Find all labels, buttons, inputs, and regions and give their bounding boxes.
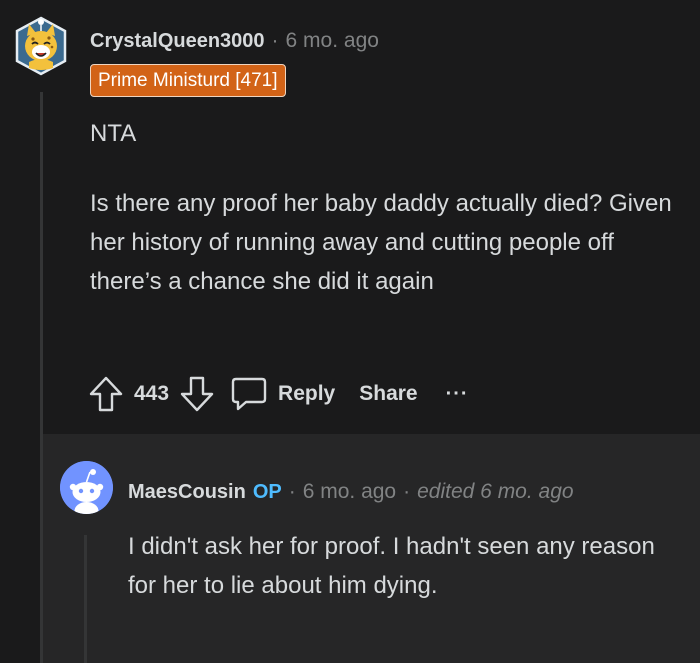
- comment-body: NTA Is there any proof her baby daddy ac…: [90, 114, 680, 301]
- reply-collapse-line[interactable]: [84, 535, 87, 663]
- op-badge: OP: [252, 480, 282, 503]
- user-flair: Prime Ministurd [471]: [90, 64, 286, 97]
- vote-score: 443: [134, 382, 170, 405]
- comment-bubble-icon: [229, 375, 269, 413]
- share-button[interactable]: Share: [359, 382, 417, 406]
- more-options-icon[interactable]: ···: [446, 383, 469, 406]
- comment-paragraph: Is there any proof her baby daddy actual…: [90, 190, 672, 295]
- meta-separator: ·: [403, 480, 411, 503]
- reply-button[interactable]: Reply: [229, 375, 335, 413]
- upvote-icon[interactable]: [88, 374, 124, 414]
- comment-actions: 443 Reply Share ···: [88, 372, 469, 416]
- comment-paragraph: NTA: [90, 120, 137, 147]
- reply-body: I didn't ask her for proof. I hadn't see…: [128, 527, 668, 605]
- downvote-icon[interactable]: [179, 374, 215, 414]
- meta-separator: ·: [288, 480, 296, 503]
- snoo-cheetah-avatar-icon[interactable]: [13, 14, 69, 78]
- reply-meta: MaesCousin OP · 6 mo. ago · edited 6 mo.…: [128, 478, 574, 506]
- edited-indicator: edited 6 mo. ago: [417, 480, 574, 503]
- comment-timestamp[interactable]: 6 mo. ago: [286, 29, 379, 53]
- reply-paragraph: I didn't ask her for proof. I hadn't see…: [128, 533, 655, 599]
- comment-author-link[interactable]: CrystalQueen3000: [90, 30, 265, 53]
- reply-timestamp[interactable]: 6 mo. ago: [303, 480, 396, 504]
- reply-author-link[interactable]: MaesCousin: [128, 481, 246, 504]
- meta-separator: ·: [271, 29, 279, 52]
- reply-label: Reply: [278, 382, 336, 405]
- comment-meta: CrystalQueen3000 · 6 mo. ago: [90, 28, 379, 54]
- default-snoo-avatar-icon[interactable]: [60, 461, 113, 514]
